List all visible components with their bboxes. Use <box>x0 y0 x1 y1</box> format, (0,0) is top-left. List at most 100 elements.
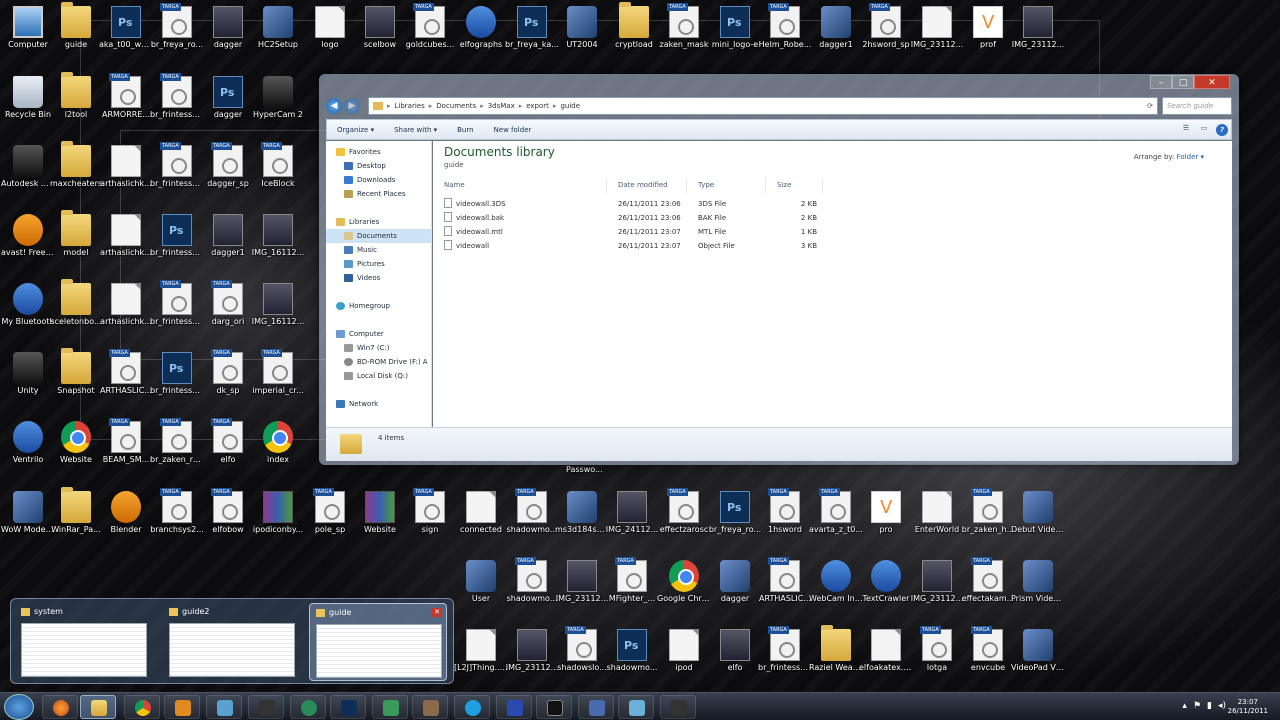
desktop-icon[interactable]: User <box>453 554 509 622</box>
desktop-icon[interactable]: WinRar_Pa... <box>48 485 104 553</box>
desktop-icon[interactable]: Website <box>48 415 104 483</box>
desktop-icon[interactable]: IMG_16112... <box>250 277 306 345</box>
desktop-icon[interactable]: shadowslo... <box>554 623 610 691</box>
back-button[interactable]: ◀ <box>326 98 342 114</box>
minimize-button[interactable]: – <box>1150 75 1172 89</box>
desktop-icon[interactable]: br_frintessa... <box>149 346 205 414</box>
desktop-icon[interactable]: Raziel Weapons_EP <box>808 623 864 691</box>
desktop-icon[interactable]: sceletonbo... <box>48 277 104 345</box>
taskbar-media-player[interactable] <box>164 695 200 719</box>
nav-recent-places[interactable]: Recent Places <box>326 187 431 201</box>
desktop-icon[interactable]: darg_ori <box>200 277 256 345</box>
start-button[interactable] <box>4 694 34 720</box>
desktop-icon[interactable]: zaken_mask <box>656 0 712 68</box>
file-row[interactable]: videowall 26/11/2011 23:07 Object File 3 KB <box>433 239 823 253</box>
nav-favorites[interactable]: Favorites <box>326 145 431 159</box>
desktop-icon[interactable]: Helm_Robe... <box>757 0 813 68</box>
desktop-icon[interactable]: dagger_sp <box>200 139 256 207</box>
network-icon[interactable]: ▮ <box>1207 701 1212 711</box>
desktop-icon[interactable]: shadowmo... <box>504 485 560 553</box>
taskbar-app[interactable] <box>618 695 654 719</box>
clock[interactable]: 23:07 26/11/2011 <box>1228 698 1268 716</box>
desktop-icon[interactable]: index <box>250 415 306 483</box>
nav-drive-q[interactable]: Local Disk (Q:) <box>326 369 431 383</box>
desktop-icon[interactable]: connected <box>453 485 509 553</box>
desktop-icon[interactable]: EnterWorld <box>909 485 965 553</box>
nav-pictures[interactable]: Pictures <box>326 257 431 271</box>
desktop-icon[interactable]: shadowmo... <box>604 623 660 691</box>
desktop-icon[interactable]: logo <box>302 0 358 68</box>
breadcrumb[interactable]: ▸ Libraries ▸ Documents ▸ 3dsMax ▸ export ▸ … <box>368 97 1158 115</box>
arrange-by-dropdown[interactable]: Folder ▾ <box>1177 153 1204 161</box>
taskbar-3dsmax[interactable] <box>248 695 284 719</box>
desktop-icon[interactable]: br_frintessa... <box>757 623 813 691</box>
desktop-icon[interactable]: [L2J]Thing... 31-8-2011 <box>453 623 509 691</box>
taskbar-app[interactable] <box>578 695 614 719</box>
desktop-icon[interactable]: elfographs <box>453 0 509 68</box>
thumbnail-guide2[interactable]: guide2 <box>163 603 301 681</box>
search-input[interactable]: Search guide <box>1162 97 1232 115</box>
desktop-icon[interactable]: br_freya_ro... <box>707 485 763 553</box>
taskbar-paint[interactable] <box>206 695 242 719</box>
desktop-icon[interactable]: branchsys2... <box>149 485 205 553</box>
taskbar-app[interactable] <box>496 695 532 719</box>
nav-computer[interactable]: Computer <box>326 327 431 341</box>
desktop-icon[interactable]: 1hsword <box>757 485 813 553</box>
desktop-icon[interactable]: guide <box>48 0 104 68</box>
file-row[interactable]: videowall.bak 26/11/2011 23:06 BAK File 2 K… <box>433 211 823 225</box>
desktop-icon[interactable]: avarta_z_t0... <box>808 485 864 553</box>
desktop-icon[interactable]: ARMORRE... <box>98 70 154 138</box>
desktop-icon[interactable]: scelbow <box>352 0 408 68</box>
desktop-icon[interactable]: Prism Video File Conv... <box>1010 554 1066 622</box>
desktop-icon[interactable]: envcube <box>960 623 1016 691</box>
desktop-icon[interactable]: goldcubes... <box>402 0 458 68</box>
file-row[interactable]: videowall.mtl 26/11/2011 23:07 MTL File 1 K… <box>433 225 823 239</box>
desktop-icon[interactable]: IMG_16112... <box>250 208 306 276</box>
desktop-icon[interactable]: IMG_23112... <box>909 554 965 622</box>
taskbar-photoshop[interactable] <box>330 695 366 719</box>
desktop-icon[interactable]: ipodiconby... <box>250 485 306 553</box>
desktop-icon[interactable]: 2hsword_sp <box>858 0 914 68</box>
flag-icon[interactable]: ⚑ <box>1193 701 1201 711</box>
nav-documents[interactable]: Documents <box>326 229 431 243</box>
nav-desktop[interactable]: Desktop <box>326 159 431 173</box>
thumbnail-system[interactable]: system <box>15 603 153 681</box>
new-folder-button[interactable]: New folder <box>484 126 542 134</box>
desktop-icon[interactable]: ms3d184se... <box>554 485 610 553</box>
share-with-button[interactable]: Share with ▾ <box>384 126 447 134</box>
help-icon[interactable]: ? <box>1216 123 1228 136</box>
desktop-icon[interactable]: br_frintessa... <box>149 208 205 276</box>
desktop-icon[interactable]: aka_t00_wp... <box>98 0 154 68</box>
breadcrumb-item[interactable]: guide <box>560 102 580 110</box>
desktop-icon[interactable]: br_zaken_h... <box>960 485 1016 553</box>
refresh-icon[interactable]: ⟳ <box>1147 102 1153 110</box>
taskbar-explorer[interactable] <box>80 695 116 719</box>
desktop-icon[interactable]: cryptload <box>606 0 662 68</box>
desktop-icon[interactable]: ARTHASLIC... <box>98 346 154 414</box>
breadcrumb-item[interactable]: 3dsMax <box>488 102 515 110</box>
desktop-icon[interactable]: TextCrawler <box>858 554 914 622</box>
column-type[interactable]: Type <box>687 179 766 193</box>
desktop-icon[interactable]: IMG_23112... <box>504 623 560 691</box>
nav-downloads[interactable]: Downloads <box>326 173 431 187</box>
maximize-button[interactable]: □ <box>1172 75 1194 89</box>
taskbar-firefox[interactable] <box>42 695 78 719</box>
nav-network[interactable]: Network <box>326 397 431 411</box>
desktop-icon[interactable]: elfo <box>707 623 763 691</box>
view-options-icon[interactable]: ☰ <box>1177 124 1195 136</box>
desktop-icon[interactable]: prof <box>960 0 1016 68</box>
desktop-icon[interactable]: br_zaken_ro... <box>149 415 205 483</box>
taskbar-3dsmax[interactable] <box>660 695 696 719</box>
desktop-icon[interactable]: arthaslichk... <box>98 139 154 207</box>
desktop-icon[interactable]: ipod <box>656 623 712 691</box>
desktop-icon[interactable]: br_frintessa... <box>149 139 205 207</box>
taskbar-chrome[interactable] <box>124 695 160 719</box>
desktop-icon[interactable]: dagger <box>707 554 763 622</box>
desktop-icon[interactable]: VideoPad Video Editor <box>1010 623 1066 691</box>
desktop-icon[interactable]: pole_sp <box>302 485 358 553</box>
burn-button[interactable]: Burn <box>447 126 483 134</box>
nav-libraries[interactable]: Libraries <box>326 215 431 229</box>
column-date[interactable]: Date modified <box>607 179 687 193</box>
desktop-icon[interactable]: br_frintessa... <box>149 277 205 345</box>
desktop-icon[interactable]: dk_sp <box>200 346 256 414</box>
